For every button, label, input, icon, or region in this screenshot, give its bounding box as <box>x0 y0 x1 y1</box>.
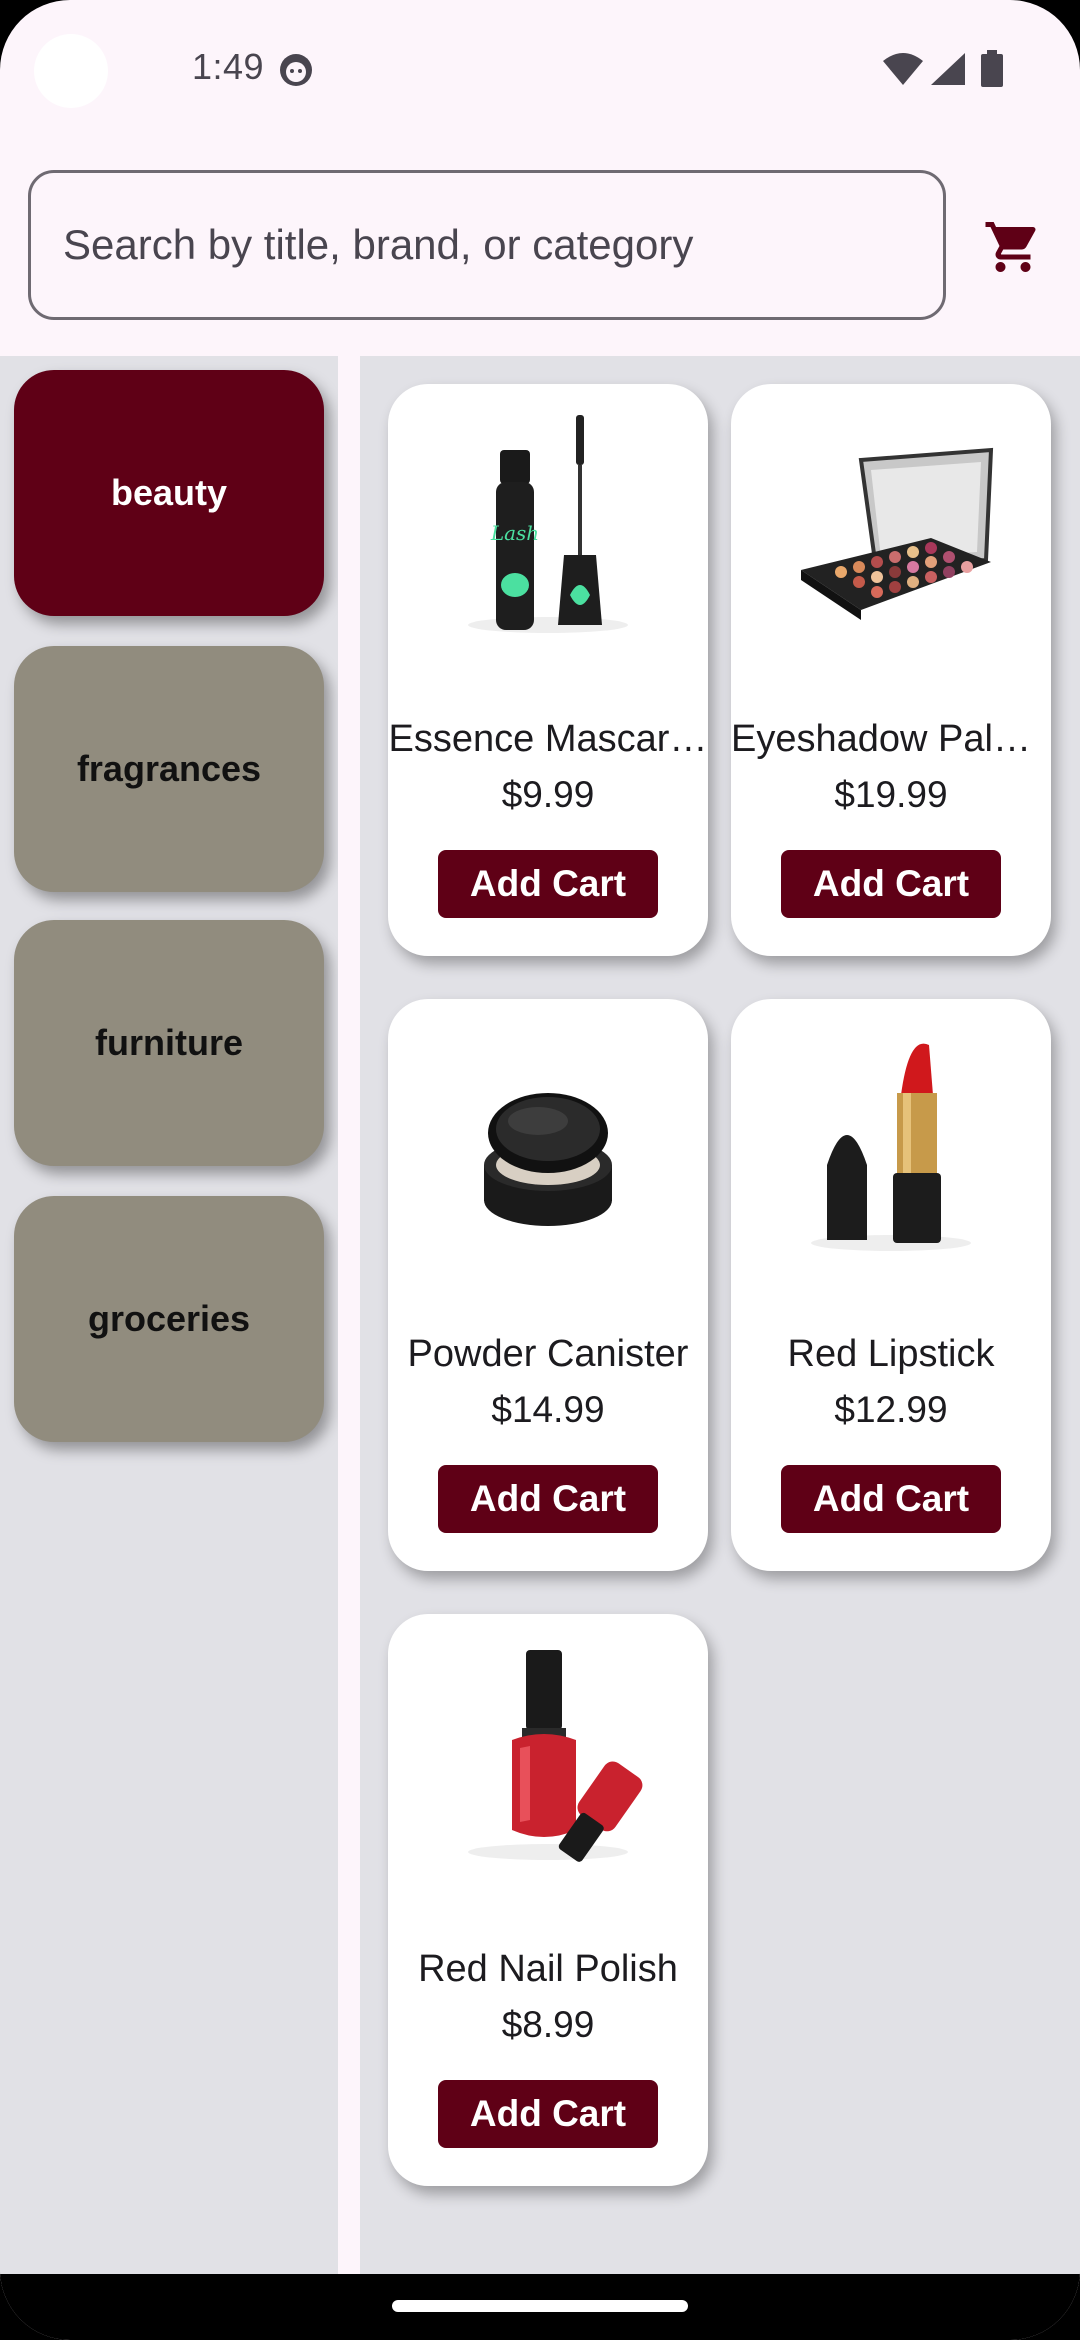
category-label: beauty <box>110 472 228 513</box>
wifi-icon <box>883 53 923 85</box>
product-price: $14.99 <box>491 1389 605 1430</box>
category-label: fragrances <box>76 748 262 789</box>
powder-canister-image <box>484 1093 612 1226</box>
add-cart-button[interactable]: Add Cart <box>438 1465 658 1533</box>
system-navigation-bar <box>0 2274 1080 2340</box>
cell-signal-icon <box>931 53 965 85</box>
battery-icon <box>981 50 1003 87</box>
category-label: furniture <box>95 1022 243 1063</box>
notification-face-icon <box>280 54 312 86</box>
search-input[interactable] <box>63 173 903 317</box>
product-card[interactable]: Lash Essence Mascar… $9.99 Add Cart <box>388 384 708 956</box>
product-card[interactable]: Powder Canister $14.99 Add Cart <box>388 999 708 1571</box>
category-label: groceries <box>87 1298 251 1339</box>
product-title: Red Lipstick <box>787 1333 995 1375</box>
product-title: Essence Mascar… <box>388 718 708 760</box>
add-cart-button[interactable]: Add Cart <box>438 2080 658 2148</box>
sidebar-divider <box>338 356 360 2274</box>
category-button-furniture[interactable]: furniture <box>14 920 324 1166</box>
product-price: $19.99 <box>834 774 948 815</box>
add-cart-button[interactable]: Add Cart <box>438 850 658 918</box>
product-price: $12.99 <box>834 1389 948 1430</box>
status-time: 1:49 <box>192 46 265 87</box>
camera-cutout <box>34 34 108 108</box>
product-price: $8.99 <box>501 2004 595 2045</box>
product-grid: Lash Essence Mascar… $9.99 Add Cart Eyes… <box>360 356 1080 2274</box>
nail-polish-image <box>468 1650 643 1862</box>
product-title: Powder Canister <box>407 1333 689 1375</box>
app-screen: 1:49 beauty fragrances <box>0 0 1080 2340</box>
product-card[interactable]: Red Lipstick $12.99 Add Cart <box>731 999 1051 1571</box>
category-button-groceries[interactable]: groceries <box>14 1196 324 1442</box>
category-sidebar: beauty fragrances furniture groceries <box>0 356 338 2274</box>
mascara-image: Lash <box>468 415 628 633</box>
add-cart-button[interactable]: Add Cart <box>781 850 1001 918</box>
search-box <box>28 170 946 320</box>
product-card[interactable]: Red Nail Polish $8.99 Add Cart <box>388 1614 708 2186</box>
status-bar: 1:49 <box>0 0 1080 150</box>
category-button-fragrances[interactable]: fragrances <box>14 646 324 892</box>
category-button-beauty[interactable]: beauty <box>14 370 324 616</box>
svg-text:Lash: Lash <box>490 521 539 545</box>
eyeshadow-palette-image <box>801 447 994 620</box>
product-title: Eyeshadow Pale… <box>731 718 1051 760</box>
product-card[interactable]: Eyeshadow Pale… $19.99 Add Cart <box>731 384 1051 956</box>
home-gesture-handle[interactable] <box>392 2300 688 2312</box>
add-cart-button[interactable]: Add Cart <box>781 1465 1001 1533</box>
lipstick-image <box>811 1043 971 1251</box>
cart-button[interactable] <box>976 210 1050 284</box>
shopping-cart-icon <box>985 222 1036 272</box>
product-price: $9.99 <box>501 774 595 815</box>
product-title: Red Nail Polish <box>418 1948 678 1990</box>
